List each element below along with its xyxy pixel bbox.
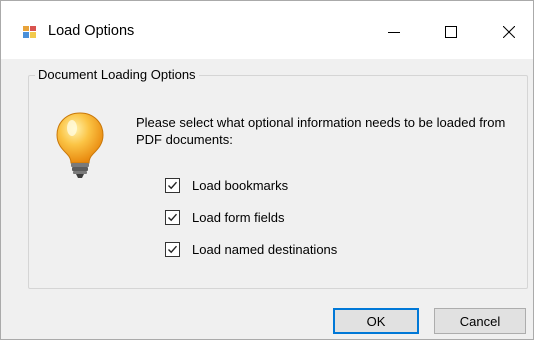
close-button[interactable]	[486, 15, 532, 49]
ok-button[interactable]: OK	[333, 308, 419, 334]
minimize-icon	[388, 32, 400, 33]
prompt-text: Please select what optional information …	[136, 115, 506, 147]
load-bookmarks-checkbox[interactable]	[165, 177, 180, 193]
load-form-fields-checkbox[interactable]	[165, 209, 180, 225]
maximize-button[interactable]	[428, 15, 474, 49]
option-label: Load bookmarks	[192, 177, 289, 193]
option-load-form-fields[interactable]: Load form fields	[165, 207, 285, 227]
minimize-button[interactable]	[371, 15, 417, 49]
lightbulb-icon	[56, 112, 104, 178]
load-options-dialog: Load Options Document Loading Options Pl…	[0, 0, 534, 340]
group-legend: Document Loading Options	[35, 67, 199, 82]
option-load-named-destinations[interactable]: Load named destinations	[165, 239, 337, 259]
checkmark-icon	[168, 245, 178, 253]
close-icon	[503, 26, 515, 38]
app-icon	[23, 26, 36, 38]
option-load-bookmarks[interactable]: Load bookmarks	[165, 175, 288, 195]
checkmark-icon	[168, 213, 178, 221]
load-named-destinations-checkbox[interactable]	[165, 241, 180, 257]
option-label: Load form fields	[192, 209, 285, 225]
window-title: Load Options	[48, 23, 135, 39]
cancel-button[interactable]: Cancel	[434, 308, 526, 334]
checkmark-icon	[168, 181, 178, 189]
option-label: Load named destinations	[192, 241, 338, 257]
maximize-icon	[445, 26, 457, 38]
title-bar: Load Options	[1, 1, 533, 59]
